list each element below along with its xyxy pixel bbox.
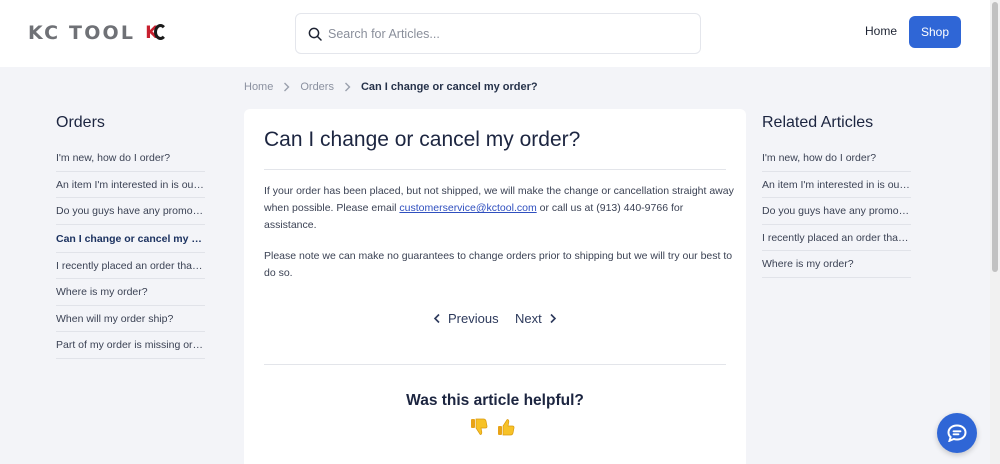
thumbs-up-button[interactable] (495, 417, 516, 438)
scrollbar-thumb[interactable] (992, 2, 998, 272)
sidebar-article-link[interactable]: Do you guys have any promos or discounts… (56, 198, 205, 225)
article-paragraph-2: Please note we can make no guarantees to… (264, 250, 733, 279)
article-title: Can I change or cancel my order? (264, 128, 581, 151)
sidebar-article-link[interactable]: Where is my order? (56, 279, 205, 306)
chevron-left-icon (433, 313, 440, 324)
thumbs-down-icon (470, 418, 487, 435)
related-article-link[interactable]: I recently placed an order that never ar… (762, 225, 911, 251)
footer-divider (264, 364, 726, 365)
chat-widget-button[interactable] (937, 413, 977, 453)
category-article-list: I'm new, how do I order? An item I'm int… (56, 145, 205, 359)
chevron-right-icon (284, 82, 290, 92)
chat-bubble-icon (947, 424, 967, 442)
previous-label: Previous (448, 311, 499, 326)
logo[interactable]: KC TOOL K (28, 22, 168, 44)
related-article-link[interactable]: An item I'm interested in is out of stoc… (762, 172, 911, 198)
sidebar-article-link[interactable]: I'm new, how do I order? (56, 145, 205, 172)
logo-text: KC TOOL (28, 22, 136, 44)
search-box[interactable] (295, 13, 701, 54)
sidebar-article-link[interactable]: An item I'm interested in is out of stoc… (56, 172, 205, 198)
related-articles-title: Related Articles (762, 114, 874, 131)
sidebar-article-link-active[interactable]: Can I change or cancel my order? (56, 225, 205, 253)
logo-mark-icon: K (145, 23, 168, 43)
related-article-link[interactable]: I'm new, how do I order? (762, 145, 911, 172)
chevron-right-icon (344, 82, 351, 92)
next-article-link[interactable]: Next (515, 311, 557, 326)
nav-home-link[interactable]: Home (865, 24, 897, 38)
related-article-link[interactable]: Do you guys have any promos or discounts… (762, 198, 911, 225)
article-paragraph-1: If your order has been placed, but not s… (264, 183, 734, 234)
previous-article-link[interactable]: Previous (433, 311, 499, 326)
related-article-link[interactable]: Where is my order? (762, 251, 911, 278)
site-header: KC TOOL K Home Shop (0, 0, 990, 67)
breadcrumb-home[interactable]: Home (244, 81, 273, 93)
helpful-question: Was this article helpful? (406, 392, 584, 409)
shop-button[interactable]: Shop (909, 16, 961, 48)
related-article-list: I'm new, how do I order? An item I'm int… (762, 145, 911, 278)
search-icon (308, 27, 322, 41)
search-input[interactable] (328, 26, 668, 41)
next-label: Next (515, 311, 542, 326)
sidebar-article-link[interactable]: Part of my order is missing or incorrect (56, 332, 205, 359)
breadcrumb: Home Orders Can I change or cancel my or… (244, 81, 538, 93)
email-link[interactable]: customerservice@kctool.com (399, 202, 536, 214)
title-divider (264, 169, 726, 170)
breadcrumb-current: Can I change or cancel my order? (360, 81, 538, 93)
chevron-right-icon (550, 313, 556, 324)
vote-buttons (468, 417, 516, 438)
thumbs-down-button[interactable] (468, 417, 489, 438)
thumbs-up-icon (497, 419, 514, 436)
sidebar-title: Orders (56, 114, 105, 131)
sidebar-article-link[interactable]: I recently placed an order that never ar… (56, 253, 205, 279)
sidebar-article-link[interactable]: When will my order ship? (56, 306, 205, 332)
article-card: Can I change or cancel my order? If your… (244, 109, 746, 464)
page-scrollbar[interactable] (990, 0, 1000, 464)
breadcrumb-orders[interactable]: Orders (300, 81, 334, 93)
